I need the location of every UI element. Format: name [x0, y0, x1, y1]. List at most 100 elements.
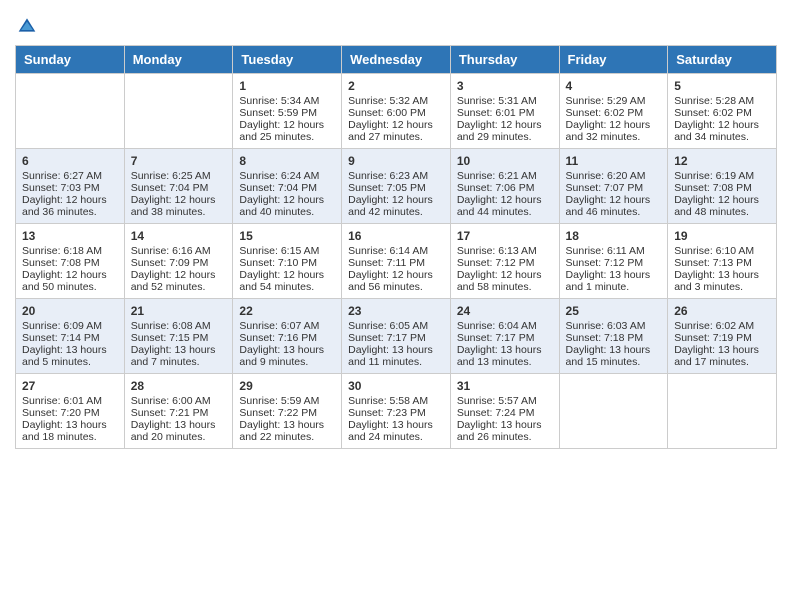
day-info-line: Sunrise: 5:59 AM [239, 395, 335, 407]
day-info-line: Sunset: 7:08 PM [22, 257, 118, 269]
day-info-line: and 56 minutes. [348, 281, 444, 293]
day-info-line: Daylight: 12 hours [457, 194, 553, 206]
calendar-cell: 3Sunrise: 5:31 AMSunset: 6:01 PMDaylight… [450, 74, 559, 149]
calendar-cell [559, 374, 668, 449]
day-info-line: Sunrise: 6:04 AM [457, 320, 553, 332]
day-info-line: Sunset: 7:19 PM [674, 332, 770, 344]
calendar-cell: 21Sunrise: 6:08 AMSunset: 7:15 PMDayligh… [124, 299, 233, 374]
day-info-line: Sunset: 7:12 PM [457, 257, 553, 269]
day-info-line: Daylight: 13 hours [131, 419, 227, 431]
day-info-line: Sunrise: 5:34 AM [239, 95, 335, 107]
day-info-line: Sunrise: 6:03 AM [566, 320, 662, 332]
day-info-line: Daylight: 12 hours [239, 194, 335, 206]
day-info-line: Daylight: 13 hours [348, 419, 444, 431]
day-number: 17 [457, 229, 553, 243]
weekday-header-sunday: Sunday [16, 46, 125, 74]
calendar-cell: 9Sunrise: 6:23 AMSunset: 7:05 PMDaylight… [342, 149, 451, 224]
day-number: 29 [239, 379, 335, 393]
weekday-header-wednesday: Wednesday [342, 46, 451, 74]
calendar-cell [124, 74, 233, 149]
calendar-cell: 24Sunrise: 6:04 AMSunset: 7:17 PMDayligh… [450, 299, 559, 374]
day-number: 25 [566, 304, 662, 318]
day-number: 28 [131, 379, 227, 393]
day-info-line: Sunrise: 5:31 AM [457, 95, 553, 107]
day-info-line: Sunset: 7:24 PM [457, 407, 553, 419]
calendar-week-1: 1Sunrise: 5:34 AMSunset: 5:59 PMDaylight… [16, 74, 777, 149]
day-info-line: Sunrise: 6:24 AM [239, 170, 335, 182]
day-info-line: Sunset: 7:22 PM [239, 407, 335, 419]
calendar-cell: 10Sunrise: 6:21 AMSunset: 7:06 PMDayligh… [450, 149, 559, 224]
day-info-line: Sunrise: 6:27 AM [22, 170, 118, 182]
day-info-line: Sunset: 6:01 PM [457, 107, 553, 119]
day-info-line: and 9 minutes. [239, 356, 335, 368]
day-info-line: Sunset: 7:17 PM [348, 332, 444, 344]
day-info-line: Daylight: 13 hours [457, 419, 553, 431]
day-info-line: and 18 minutes. [22, 431, 118, 443]
calendar-week-4: 20Sunrise: 6:09 AMSunset: 7:14 PMDayligh… [16, 299, 777, 374]
day-number: 26 [674, 304, 770, 318]
day-number: 16 [348, 229, 444, 243]
day-number: 6 [22, 154, 118, 168]
calendar-week-5: 27Sunrise: 6:01 AMSunset: 7:20 PMDayligh… [16, 374, 777, 449]
day-number: 14 [131, 229, 227, 243]
calendar-cell: 26Sunrise: 6:02 AMSunset: 7:19 PMDayligh… [668, 299, 777, 374]
day-info-line: and 22 minutes. [239, 431, 335, 443]
day-info-line: Daylight: 13 hours [566, 269, 662, 281]
day-info-line: and 38 minutes. [131, 206, 227, 218]
day-info-line: and 24 minutes. [348, 431, 444, 443]
weekday-header-tuesday: Tuesday [233, 46, 342, 74]
day-number: 27 [22, 379, 118, 393]
calendar-week-3: 13Sunrise: 6:18 AMSunset: 7:08 PMDayligh… [16, 224, 777, 299]
day-info-line: Daylight: 13 hours [131, 344, 227, 356]
day-info-line: and 15 minutes. [566, 356, 662, 368]
day-number: 23 [348, 304, 444, 318]
day-number: 31 [457, 379, 553, 393]
day-info-line: Daylight: 12 hours [457, 269, 553, 281]
day-info-line: and 7 minutes. [131, 356, 227, 368]
day-info-line: Sunrise: 5:32 AM [348, 95, 444, 107]
day-info-line: and 29 minutes. [457, 131, 553, 143]
day-info-line: Sunrise: 6:19 AM [674, 170, 770, 182]
calendar-cell: 14Sunrise: 6:16 AMSunset: 7:09 PMDayligh… [124, 224, 233, 299]
day-info-line: Sunrise: 6:20 AM [566, 170, 662, 182]
day-number: 7 [131, 154, 227, 168]
day-number: 24 [457, 304, 553, 318]
day-info-line: Sunset: 7:13 PM [674, 257, 770, 269]
day-info-line: Sunset: 7:05 PM [348, 182, 444, 194]
day-info-line: and 54 minutes. [239, 281, 335, 293]
day-info-line: and 32 minutes. [566, 131, 662, 143]
day-info-line: Sunrise: 6:16 AM [131, 245, 227, 257]
calendar-week-2: 6Sunrise: 6:27 AMSunset: 7:03 PMDaylight… [16, 149, 777, 224]
calendar-cell: 12Sunrise: 6:19 AMSunset: 7:08 PMDayligh… [668, 149, 777, 224]
day-info-line: Sunset: 7:17 PM [457, 332, 553, 344]
day-info-line: Sunset: 6:02 PM [566, 107, 662, 119]
day-info-line: and 44 minutes. [457, 206, 553, 218]
calendar-cell: 29Sunrise: 5:59 AMSunset: 7:22 PMDayligh… [233, 374, 342, 449]
calendar-cell: 8Sunrise: 6:24 AMSunset: 7:04 PMDaylight… [233, 149, 342, 224]
day-info-line: Sunrise: 6:01 AM [22, 395, 118, 407]
calendar-cell: 23Sunrise: 6:05 AMSunset: 7:17 PMDayligh… [342, 299, 451, 374]
day-info-line: Sunrise: 6:09 AM [22, 320, 118, 332]
calendar-cell: 17Sunrise: 6:13 AMSunset: 7:12 PMDayligh… [450, 224, 559, 299]
day-info-line: Daylight: 13 hours [239, 344, 335, 356]
day-number: 4 [566, 79, 662, 93]
day-info-line: Sunset: 6:02 PM [674, 107, 770, 119]
day-info-line: Sunset: 7:10 PM [239, 257, 335, 269]
day-info-line: Daylight: 13 hours [348, 344, 444, 356]
day-info-line: Daylight: 13 hours [566, 344, 662, 356]
day-info-line: Sunset: 7:04 PM [239, 182, 335, 194]
day-info-line: Sunset: 7:07 PM [566, 182, 662, 194]
day-info-line: and 40 minutes. [239, 206, 335, 218]
day-info-line: Daylight: 12 hours [566, 194, 662, 206]
calendar-cell: 1Sunrise: 5:34 AMSunset: 5:59 PMDaylight… [233, 74, 342, 149]
calendar-cell [668, 374, 777, 449]
day-number: 15 [239, 229, 335, 243]
day-info-line: Sunrise: 6:15 AM [239, 245, 335, 257]
calendar-cell: 16Sunrise: 6:14 AMSunset: 7:11 PMDayligh… [342, 224, 451, 299]
day-info-line: Sunrise: 6:11 AM [566, 245, 662, 257]
day-info-line: Sunrise: 6:00 AM [131, 395, 227, 407]
day-info-line: Daylight: 12 hours [131, 269, 227, 281]
day-info-line: Sunrise: 6:08 AM [131, 320, 227, 332]
calendar-cell: 15Sunrise: 6:15 AMSunset: 7:10 PMDayligh… [233, 224, 342, 299]
day-info-line: Sunrise: 5:58 AM [348, 395, 444, 407]
